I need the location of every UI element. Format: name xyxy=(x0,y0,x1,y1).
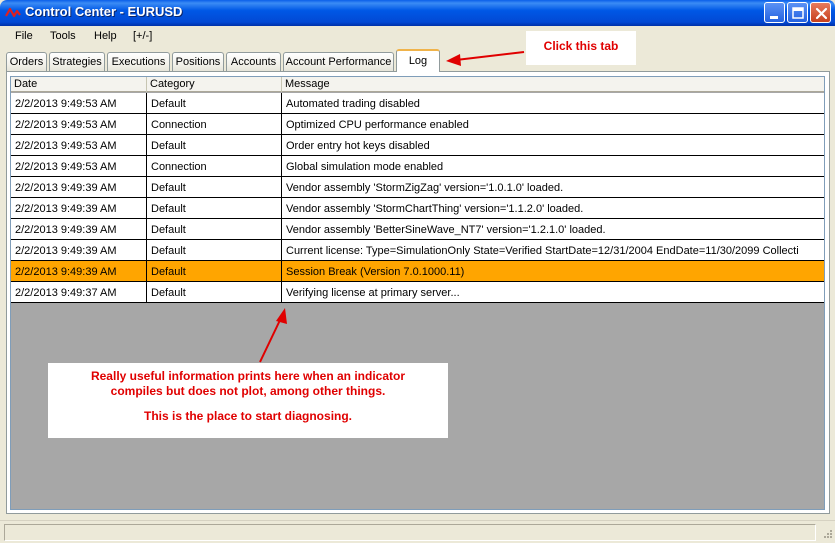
table-row[interactable]: 2/2/2013 9:49:39 AM Default Session Break … xyxy=(11,261,824,282)
cell-category: Connection xyxy=(147,156,282,177)
cell-message: Session Break (Version 7.0.1000.11) xyxy=(282,261,824,282)
column-header-message[interactable]: Message xyxy=(282,77,824,92)
table-row[interactable]: 2/2/2013 9:49:53 AM Connection Global simu… xyxy=(11,156,824,177)
cell-category: Default xyxy=(147,135,282,156)
cell-date: 2/2/2013 9:49:53 AM xyxy=(11,156,147,177)
info-callout-line: This is the place to start diagnosing. xyxy=(143,409,353,423)
info-callout: Really useful information prints here wh… xyxy=(48,363,448,438)
info-callout-line: compiles but does not plot, among other … xyxy=(110,384,386,398)
tab-orders[interactable]: Orders xyxy=(6,52,47,72)
table-row[interactable]: 2/2/2013 9:49:39 AM Default Current licens… xyxy=(11,240,824,261)
table-row[interactable]: 2/2/2013 9:49:39 AM Default Vendor assembl… xyxy=(11,219,824,240)
table-row[interactable]: 2/2/2013 9:49:53 AM Default Automated trad… xyxy=(11,93,824,114)
table-row[interactable]: 2/2/2013 9:49:53 AM Connection Optimized C… xyxy=(11,114,824,135)
cell-category: Connection xyxy=(147,114,282,135)
tab-strip: Orders Strategies Executions Positions A… xyxy=(6,49,835,72)
cell-date: 2/2/2013 9:49:53 AM xyxy=(11,93,147,114)
cell-message: Vendor assembly 'BetterSineWave_NT7' ver… xyxy=(282,219,824,240)
minimize-icon xyxy=(770,16,778,19)
grid-header: Date Category Message xyxy=(11,77,824,92)
cell-category: Default xyxy=(147,93,282,114)
tab-account-performance[interactable]: Account Performance xyxy=(283,52,394,72)
maximize-button[interactable] xyxy=(787,2,808,23)
maximize-icon xyxy=(792,7,804,19)
close-button[interactable] xyxy=(810,2,831,23)
menu-file[interactable]: File xyxy=(15,30,33,42)
cell-message: Current license: Type=SimulationOnly Sta… xyxy=(282,240,824,261)
tab-callout: Click this tab xyxy=(526,31,636,65)
cell-date: 2/2/2013 9:49:39 AM xyxy=(11,240,147,261)
cell-category: Default xyxy=(147,177,282,198)
status-bar xyxy=(0,520,835,543)
title-bar[interactable]: Control Center - EURUSD xyxy=(0,0,835,26)
info-callout-line: Really useful information prints here wh… xyxy=(90,369,406,383)
cell-message: Global simulation mode enabled xyxy=(282,156,824,177)
resize-grip-icon[interactable] xyxy=(821,529,833,541)
cell-message: Vendor assembly 'StormChartThing' versio… xyxy=(282,198,824,219)
tab-accounts[interactable]: Accounts xyxy=(226,52,281,72)
cell-category: Default xyxy=(147,198,282,219)
cell-date: 2/2/2013 9:49:39 AM xyxy=(11,261,147,282)
tab-executions[interactable]: Executions xyxy=(107,52,170,72)
column-header-category[interactable]: Category xyxy=(147,77,282,92)
log-grid[interactable]: Date Category Message 2/2/2013 9:49:53 A… xyxy=(10,76,825,510)
cell-date: 2/2/2013 9:49:39 AM xyxy=(11,177,147,198)
table-row[interactable]: 2/2/2013 9:49:39 AM Default Vendor assembl… xyxy=(11,198,824,219)
cell-category: Default xyxy=(147,240,282,261)
log-panel: Date Category Message 2/2/2013 9:49:53 A… xyxy=(6,71,830,514)
cell-date: 2/2/2013 9:49:39 AM xyxy=(11,198,147,219)
cell-category: Default xyxy=(147,219,282,240)
table-row[interactable]: 2/2/2013 9:49:39 AM Default Vendor assembl… xyxy=(11,177,824,198)
menu-bar: File Tools Help [+/-] xyxy=(0,26,835,46)
cell-date: 2/2/2013 9:49:53 AM xyxy=(11,114,147,135)
cell-date: 2/2/2013 9:49:37 AM xyxy=(11,282,147,303)
cell-message: Vendor assembly 'StormZigZag' version='1… xyxy=(282,177,824,198)
menu-tools[interactable]: Tools xyxy=(50,30,76,42)
cell-message: Automated trading disabled xyxy=(282,93,824,114)
close-icon xyxy=(815,7,828,20)
table-row[interactable]: 2/2/2013 9:49:53 AM Default Order entry ho… xyxy=(11,135,824,156)
cell-category: Default xyxy=(147,282,282,303)
tab-strategies[interactable]: Strategies xyxy=(49,52,105,72)
cell-date: 2/2/2013 9:49:53 AM xyxy=(11,135,147,156)
window-title: Control Center - EURUSD xyxy=(25,4,183,19)
cell-category: Default xyxy=(147,261,282,282)
cell-date: 2/2/2013 9:49:39 AM xyxy=(11,219,147,240)
column-header-date[interactable]: Date xyxy=(11,77,147,92)
cell-message: Verifying license at primary server... xyxy=(282,282,824,303)
minimize-button[interactable] xyxy=(764,2,785,23)
menu-toggle[interactable]: [+/-] xyxy=(133,30,152,42)
cell-message: Optimized CPU performance enabled xyxy=(282,114,824,135)
trend-logo-icon xyxy=(5,7,21,18)
status-pane xyxy=(4,524,816,541)
tab-log[interactable]: Log xyxy=(396,49,440,72)
cell-message: Order entry hot keys disabled xyxy=(282,135,824,156)
menu-help[interactable]: Help xyxy=(94,30,117,42)
table-row[interactable]: 2/2/2013 9:49:37 AM Default Verifying lice… xyxy=(11,282,824,303)
tab-positions[interactable]: Positions xyxy=(172,52,224,72)
